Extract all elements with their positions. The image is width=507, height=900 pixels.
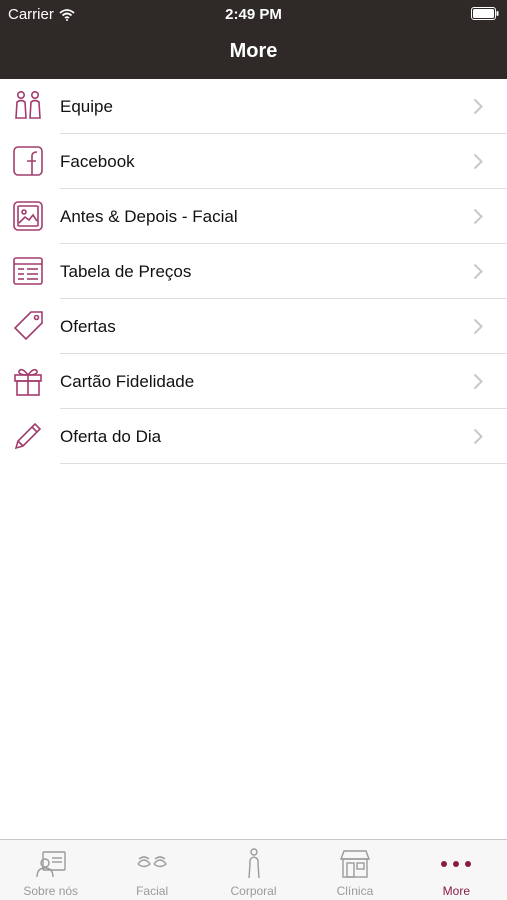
pencil-icon <box>12 420 44 452</box>
facebook-icon <box>12 145 44 177</box>
chevron-right-icon <box>473 153 483 170</box>
tag-icon <box>12 310 44 342</box>
list-item-label: Equipe <box>60 97 113 116</box>
tab-more[interactable]: More <box>406 840 507 900</box>
list-item-label: Cartão Fidelidade <box>60 372 195 391</box>
tab-label: More <box>442 884 470 898</box>
list-item-oferta-do-dia[interactable]: Oferta do Dia <box>0 409 507 464</box>
tab-corporal[interactable]: Corporal <box>203 840 304 900</box>
chevron-right-icon <box>473 318 483 335</box>
status-time: 2:49 PM <box>225 6 282 23</box>
chevron-right-icon <box>473 98 483 115</box>
top-bar: Carrier 2:49 PM More <box>0 0 507 79</box>
tab-label: Corporal <box>230 884 277 898</box>
body-icon <box>234 848 274 880</box>
list-item-label: Antes & Depois - Facial <box>60 207 238 226</box>
list-item-facebook[interactable]: Facebook <box>0 134 507 189</box>
battery-icon <box>471 7 499 20</box>
tab-bar: Sobre nós Facial Corporal Clínica More <box>0 839 507 900</box>
gift-icon <box>12 365 44 397</box>
divider <box>60 463 507 464</box>
tab-facial[interactable]: Facial <box>101 840 202 900</box>
list-item-ofertas[interactable]: Ofertas <box>0 299 507 354</box>
chevron-right-icon <box>473 208 483 225</box>
list-item-antes-depois[interactable]: Antes & Depois - Facial <box>0 189 507 244</box>
tab-label: Facial <box>136 884 169 898</box>
list-item-label: Facebook <box>60 152 135 171</box>
list-item-label: Oferta do Dia <box>60 427 162 446</box>
profile-card-icon <box>31 848 71 880</box>
store-icon <box>335 848 375 880</box>
list-item-label: Ofertas <box>60 317 116 336</box>
list-item-cartao-fidelidade[interactable]: Cartão Fidelidade <box>0 354 507 409</box>
status-bar: Carrier 2:49 PM <box>0 0 507 28</box>
list-item-equipe[interactable]: Equipe <box>0 79 507 134</box>
tab-sobre-nos[interactable]: Sobre nós <box>0 840 101 900</box>
chevron-right-icon <box>473 428 483 445</box>
list-item-label: Tabela de Preços <box>60 262 192 281</box>
photo-icon <box>12 200 44 232</box>
chevron-right-icon <box>473 373 483 390</box>
chevron-right-icon <box>473 263 483 280</box>
face-icon <box>132 848 172 880</box>
list-item-tabela-precos[interactable]: Tabela de Preços <box>0 244 507 299</box>
tab-clinica[interactable]: Clínica <box>304 840 405 900</box>
price-list-icon <box>12 255 44 287</box>
page-title: More <box>229 40 278 62</box>
more-list: Equipe Facebook Antes & Depois - Facial <box>0 79 507 464</box>
more-dots-icon <box>436 848 476 880</box>
tab-label: Clínica <box>336 884 374 898</box>
people-icon <box>12 90 44 122</box>
tab-label: Sobre nós <box>23 884 79 898</box>
